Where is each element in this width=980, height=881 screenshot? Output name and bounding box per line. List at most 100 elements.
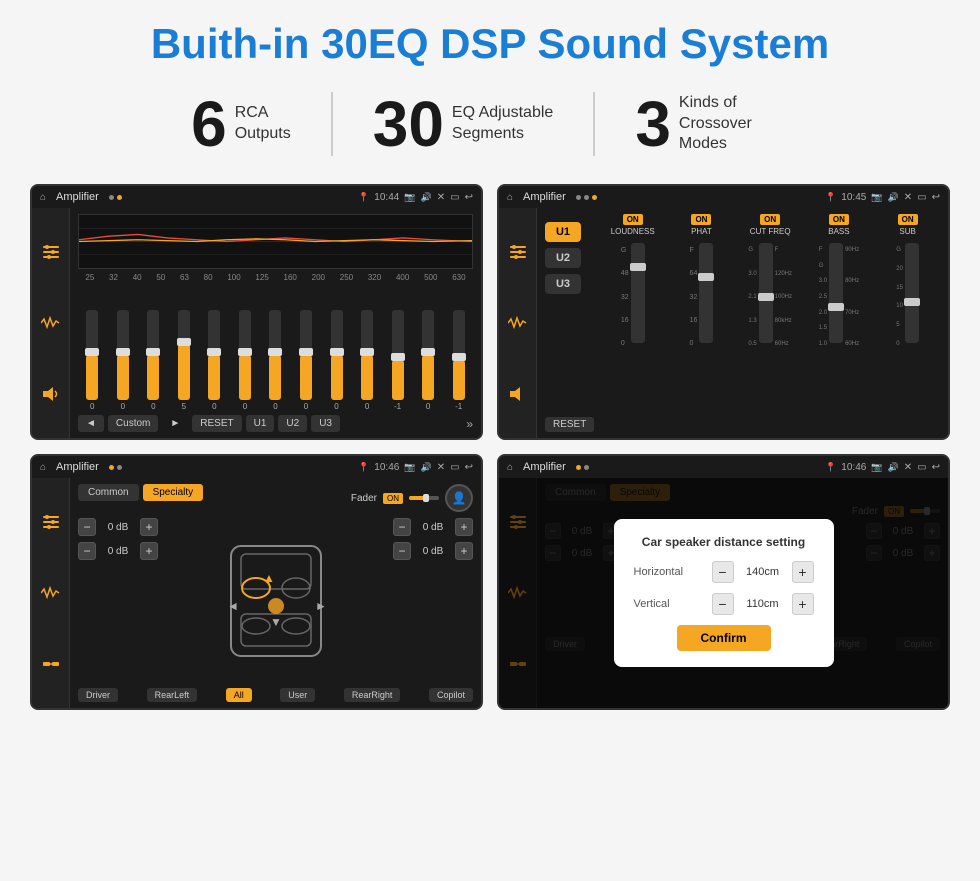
dialog-location-icon (825, 462, 836, 473)
vol-1-plus[interactable]: + (140, 518, 158, 536)
eq-slider-2[interactable]: 0 (109, 310, 138, 411)
eq-slider-7[interactable]: 0 (261, 310, 290, 411)
speaker-home-icon[interactable] (40, 462, 46, 473)
eq-reset-btn[interactable]: RESET (192, 415, 241, 432)
vol-3-minus[interactable]: − (393, 518, 411, 536)
vol-3-plus[interactable]: + (455, 518, 473, 536)
eq-preset-label[interactable]: Custom (108, 415, 158, 432)
band-50: 50 (156, 273, 165, 282)
eq-slider-5[interactable]: 0 (200, 310, 229, 411)
crossover-home-icon[interactable] (507, 192, 513, 203)
speaker-filter-icon[interactable] (37, 508, 65, 536)
eq-expand-icon[interactable]: » (466, 417, 473, 431)
vol-row-4: − 0 dB + (393, 542, 473, 560)
confirm-button[interactable]: Confirm (677, 625, 771, 651)
speaker-balance-icon[interactable] (37, 650, 65, 678)
eq-play-btn[interactable]: ► (162, 415, 188, 432)
crossover-back-icon[interactable] (932, 192, 940, 203)
eq-slider-1[interactable]: 0 (78, 310, 107, 411)
eq-slider-4[interactable]: 5 (170, 310, 199, 411)
eq-slider-6[interactable]: 0 (231, 310, 260, 411)
u1-button[interactable]: U1 (545, 222, 581, 242)
speaker-common-tab[interactable]: Common (78, 484, 139, 501)
speaker-wave-icon[interactable] (37, 579, 65, 607)
eq-volume-icon[interactable] (37, 380, 65, 408)
status-dot-1 (109, 195, 114, 200)
back-icon[interactable] (465, 192, 473, 203)
user-btn[interactable]: User (280, 688, 315, 702)
u3-button[interactable]: U3 (545, 274, 581, 294)
bass-scale: FG3.02.52.01.51.0 (819, 247, 827, 347)
close-icon[interactable] (437, 192, 445, 203)
dialog-close-icon[interactable] (904, 462, 912, 473)
rearleft-btn[interactable]: RearLeft (147, 688, 198, 702)
crossover-wave-icon[interactable] (504, 309, 532, 337)
crossover-filter-icon[interactable] (504, 238, 532, 266)
speaker-icon (421, 192, 432, 203)
eq-slider-8[interactable]: 0 (292, 310, 321, 411)
rearright-btn[interactable]: RearRight (344, 688, 401, 702)
eq-slider-11[interactable]: -1 (383, 310, 412, 411)
eq-u3-btn[interactable]: U3 (311, 415, 340, 432)
loudness-slider[interactable] (631, 243, 645, 343)
sub-thumb[interactable] (904, 298, 920, 306)
crossover-time: 10:45 (841, 192, 866, 203)
home-icon[interactable] (40, 192, 46, 203)
loudness-thumb[interactable] (630, 263, 646, 271)
eq-filter-icon[interactable] (37, 238, 65, 266)
stat-crossover-number: 3 (635, 92, 671, 156)
horizontal-plus-btn[interactable]: + (792, 561, 814, 583)
dialog-home-icon[interactable] (507, 462, 513, 473)
eq-left-sidebar (32, 208, 70, 438)
band-200: 200 (312, 273, 325, 282)
eq-u1-btn[interactable]: U1 (246, 415, 275, 432)
eq-prev-btn[interactable]: ◄ (78, 415, 104, 432)
crossover-reset-btn[interactable]: RESET (545, 417, 594, 432)
u2-button[interactable]: U2 (545, 248, 581, 268)
all-btn[interactable]: All (226, 688, 252, 702)
eq-main-area: 25 32 40 50 63 80 100 125 160 200 250 32… (70, 208, 481, 438)
dialog-back-icon[interactable] (932, 462, 940, 473)
cutfreq-slider[interactable] (759, 243, 773, 343)
fader-on-badge: ON (383, 493, 403, 504)
eq-slider-13[interactable]: -1 (444, 310, 473, 411)
copilot-btn[interactable]: Copilot (429, 688, 473, 702)
vol-4-minus[interactable]: − (393, 542, 411, 560)
speaker-window-icon[interactable] (450, 462, 459, 473)
band-125: 125 (255, 273, 268, 282)
cutfreq-thumb[interactable] (758, 293, 774, 301)
vertical-minus-btn[interactable]: − (712, 593, 734, 615)
vertical-plus-btn[interactable]: + (792, 593, 814, 615)
speaker-specialty-tab[interactable]: Specialty (143, 484, 204, 501)
crossover-window-icon[interactable] (917, 192, 926, 203)
eq-slider-10[interactable]: 0 (353, 310, 382, 411)
right-vol-controls: − 0 dB + − 0 dB + (393, 518, 473, 684)
eq-slider-12[interactable]: 0 (414, 310, 443, 411)
vol-1-minus[interactable]: − (78, 518, 96, 536)
dialog-time: 10:46 (841, 462, 866, 473)
band-160: 160 (284, 273, 297, 282)
horizontal-minus-btn[interactable]: − (712, 561, 734, 583)
speaker-close-icon[interactable] (437, 462, 445, 473)
eq-wave-icon[interactable] (37, 309, 65, 337)
stat-rca: 6 RCAOutputs (151, 92, 333, 156)
screenshots-grid: Amplifier 10:44 (30, 184, 950, 710)
dialog-window-icon[interactable] (917, 462, 926, 473)
bass-slider[interactable] (829, 243, 843, 343)
speaker-bottom-labels: Driver RearLeft All User RearRight Copil… (78, 688, 473, 702)
vol-2-minus[interactable]: − (78, 542, 96, 560)
vol-4-plus[interactable]: + (455, 542, 473, 560)
crossover-volume-icon[interactable] (504, 380, 532, 408)
window-icon[interactable] (450, 192, 459, 203)
phat-thumb[interactable] (698, 273, 714, 281)
phat-slider[interactable] (699, 243, 713, 343)
eq-slider-9[interactable]: 0 (322, 310, 351, 411)
bass-thumb[interactable] (828, 303, 844, 311)
speaker-back-icon[interactable] (465, 462, 473, 473)
driver-btn[interactable]: Driver (78, 688, 118, 702)
sub-slider[interactable] (905, 243, 919, 343)
eq-u2-btn[interactable]: U2 (278, 415, 307, 432)
eq-slider-3[interactable]: 0 (139, 310, 168, 411)
crossover-close-icon[interactable] (904, 192, 912, 203)
vol-2-plus[interactable]: + (140, 542, 158, 560)
